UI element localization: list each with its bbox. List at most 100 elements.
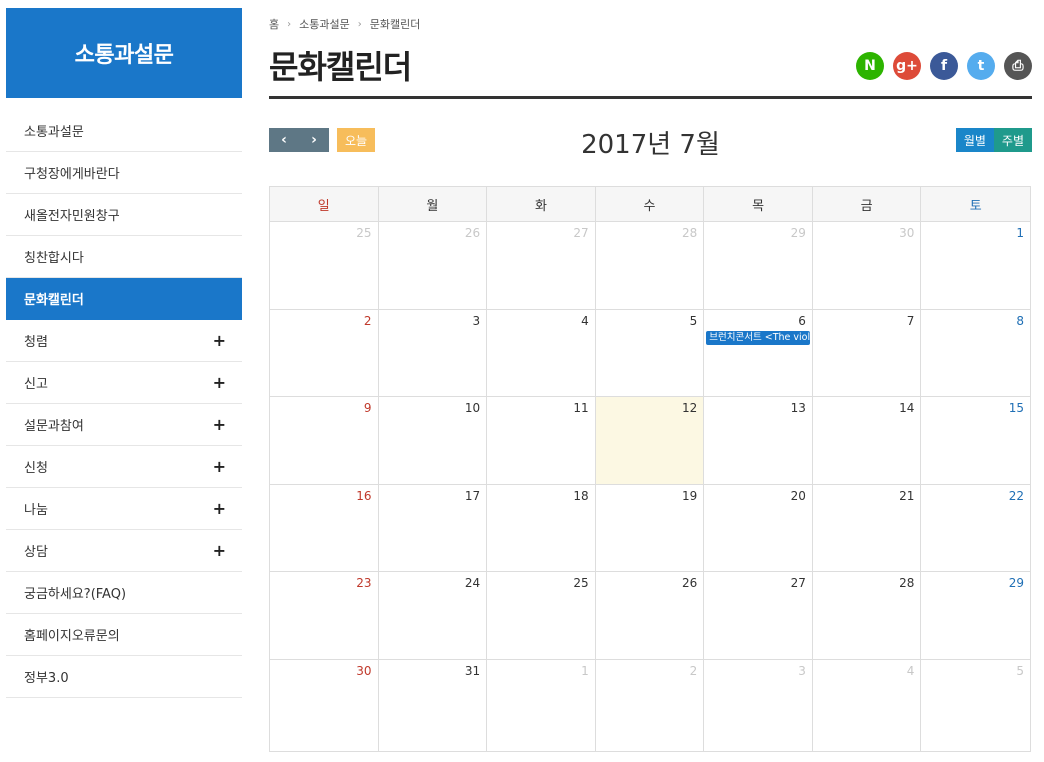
calendar-day-cell[interactable]: 27 (704, 572, 813, 659)
calendar-day-cell[interactable]: 17 (379, 484, 488, 572)
calendar-day-cell[interactable]: 3 (379, 309, 488, 397)
day-number: 30 (899, 226, 915, 240)
share-buttons: N g+ f t ⎙ (856, 52, 1032, 80)
calendar-day-cell[interactable]: 27 (487, 222, 596, 309)
weekday-label: 목 (704, 187, 813, 221)
print-icon[interactable]: ⎙ (1004, 52, 1032, 80)
sidebar-item[interactable]: 궁금하세요?(FAQ) (6, 572, 242, 614)
calendar-day-cell[interactable]: 30 (270, 659, 379, 751)
sidebar-item[interactable]: 칭찬합시다 (6, 236, 242, 278)
calendar-grid: 일월화수목금토 25 26 27 28 29 30 1 2 3 4 5 6 브런치콘서트 <The vi… (269, 186, 1031, 752)
sidebar-item[interactable]: 구청장에게바란다 (6, 152, 242, 194)
calendar-day-cell[interactable]: 28 (596, 222, 705, 309)
calendar-day-cell[interactable]: 20 (704, 484, 813, 572)
plus-icon[interactable]: + (213, 458, 226, 475)
calendar-day-cell[interactable]: 5 (596, 309, 705, 397)
breadcrumb-section[interactable]: 소통과설문 (299, 16, 350, 32)
calendar-day-cell[interactable]: 14 (813, 397, 922, 484)
calendar-day-cell[interactable]: 8 (921, 310, 1030, 397)
month-view-button[interactable]: 월별 (955, 128, 994, 152)
calendar-day-cell[interactable]: 31 (379, 659, 488, 751)
next-month-button[interactable]: › (299, 128, 329, 152)
calendar-day-cell[interactable]: 29 (704, 222, 813, 309)
calendar-day-cell[interactable]: 30 (813, 222, 922, 309)
sidebar-item-label: 나눔 (24, 503, 48, 518)
breadcrumb-current[interactable]: 문화캘린더 (370, 16, 421, 32)
calendar-day-cell[interactable]: 28 (813, 572, 922, 659)
day-number: 24 (464, 576, 481, 591)
sidebar-item[interactable]: 설문과참여 + (6, 404, 242, 446)
sidebar-item[interactable]: 새올전자민원창구 (6, 194, 242, 236)
day-number: 9 (363, 401, 372, 416)
sidebar-item-label: 새올전자민원창구 (24, 209, 120, 224)
twitter-share-icon[interactable]: t (967, 52, 995, 80)
sidebar-item[interactable]: 신고 + (6, 362, 242, 404)
calendar-day-cell[interactable]: 6 브런치콘서트 <The viol (704, 309, 813, 397)
plus-icon[interactable]: + (213, 416, 226, 433)
calendar-day-cell[interactable]: 1 (921, 222, 1030, 309)
calendar-day-cell[interactable]: 1 (487, 659, 596, 751)
weekday-label: 일 (270, 187, 379, 221)
day-number: 7 (906, 313, 915, 328)
calendar-day-cell[interactable]: 22 (921, 485, 1030, 572)
day-number: 13 (790, 401, 806, 416)
sidebar-item[interactable]: 신청 + (6, 446, 242, 488)
page-title: 문화캘린더 (269, 48, 412, 86)
calendar-day-cell[interactable]: 11 (487, 397, 596, 484)
calendar-day-cell[interactable]: 7 (813, 309, 922, 397)
calendar-day-cell[interactable]: 4 (813, 659, 922, 751)
calendar-day-cell[interactable]: 2 (270, 309, 379, 397)
calendar-day-cell[interactable]: 9 (270, 397, 379, 484)
calendar-day-cell[interactable]: 3 (704, 659, 813, 751)
calendar-event[interactable]: 브런치콘서트 <The viol (706, 330, 810, 345)
calendar-week-row: 9 10 11 12 13 14 15 (270, 397, 1030, 485)
plus-icon[interactable]: + (213, 332, 226, 349)
plus-icon[interactable]: + (213, 542, 226, 559)
breadcrumb-home[interactable]: 홈 (269, 16, 279, 32)
calendar-day-cell[interactable]: 29 (921, 572, 1030, 659)
prev-month-button[interactable]: ‹ (269, 128, 299, 152)
calendar-day-cell[interactable]: 13 (704, 397, 813, 484)
week-view-button[interactable]: 주별 (993, 128, 1032, 152)
plus-icon[interactable]: + (213, 500, 226, 517)
calendar-day-today[interactable]: 12 (595, 397, 705, 484)
calendar-day-cell[interactable]: 15 (921, 397, 1030, 484)
calendar-day-cell[interactable]: 10 (379, 397, 488, 484)
view-toggle: 월별 주별 (955, 128, 1032, 152)
day-number: 1 (1016, 226, 1024, 240)
sidebar-item[interactable]: 문화캘린더 (6, 278, 242, 320)
sidebar-item[interactable]: 상담 + (6, 530, 242, 572)
sidebar-item[interactable]: 홈페이지오류문의 (6, 614, 242, 656)
naver-share-icon[interactable]: N (856, 52, 884, 80)
calendar-day-cell[interactable]: 5 (921, 660, 1030, 751)
day-number: 21 (899, 488, 915, 503)
today-button[interactable]: 오늘 (337, 128, 376, 152)
calendar-day-cell[interactable]: 23 (270, 572, 379, 659)
breadcrumb-separator-icon: › (357, 18, 362, 30)
calendar-day-cell[interactable]: 25 (487, 572, 596, 659)
day-number: 25 (356, 226, 372, 240)
sidebar-title: 소통과설문 (6, 8, 242, 98)
sidebar-item[interactable]: 소통과설문 (6, 110, 242, 152)
calendar-day-cell[interactable]: 26 (596, 572, 705, 659)
calendar-day-cell[interactable]: 24 (379, 572, 488, 659)
sidebar-item[interactable]: 정부3.0 (6, 656, 242, 698)
plus-icon[interactable]: + (213, 374, 226, 391)
calendar-day-cell[interactable]: 21 (813, 484, 922, 572)
facebook-share-icon[interactable]: f (930, 52, 958, 80)
sidebar-item[interactable]: 나눔 + (6, 488, 242, 530)
google-plus-share-icon[interactable]: g+ (893, 52, 921, 80)
weekday-label: 월 (379, 187, 488, 221)
calendar-day-cell[interactable]: 25 (270, 222, 379, 309)
day-number: 1 (581, 663, 589, 678)
sidebar-item[interactable]: 청렴 + (6, 320, 242, 362)
calendar-day-cell[interactable]: 19 (596, 484, 705, 572)
calendar-day-cell[interactable]: 4 (487, 309, 596, 397)
calendar-day-cell[interactable]: 26 (379, 222, 488, 309)
calendar-day-cell[interactable]: 18 (487, 484, 596, 572)
day-number: 18 (573, 488, 589, 503)
sidebar-item-label: 문화캘린더 (24, 293, 84, 308)
calendar-day-cell[interactable]: 16 (270, 484, 379, 572)
calendar-day-cell[interactable]: 2 (596, 659, 705, 751)
day-number: 29 (1008, 576, 1024, 591)
